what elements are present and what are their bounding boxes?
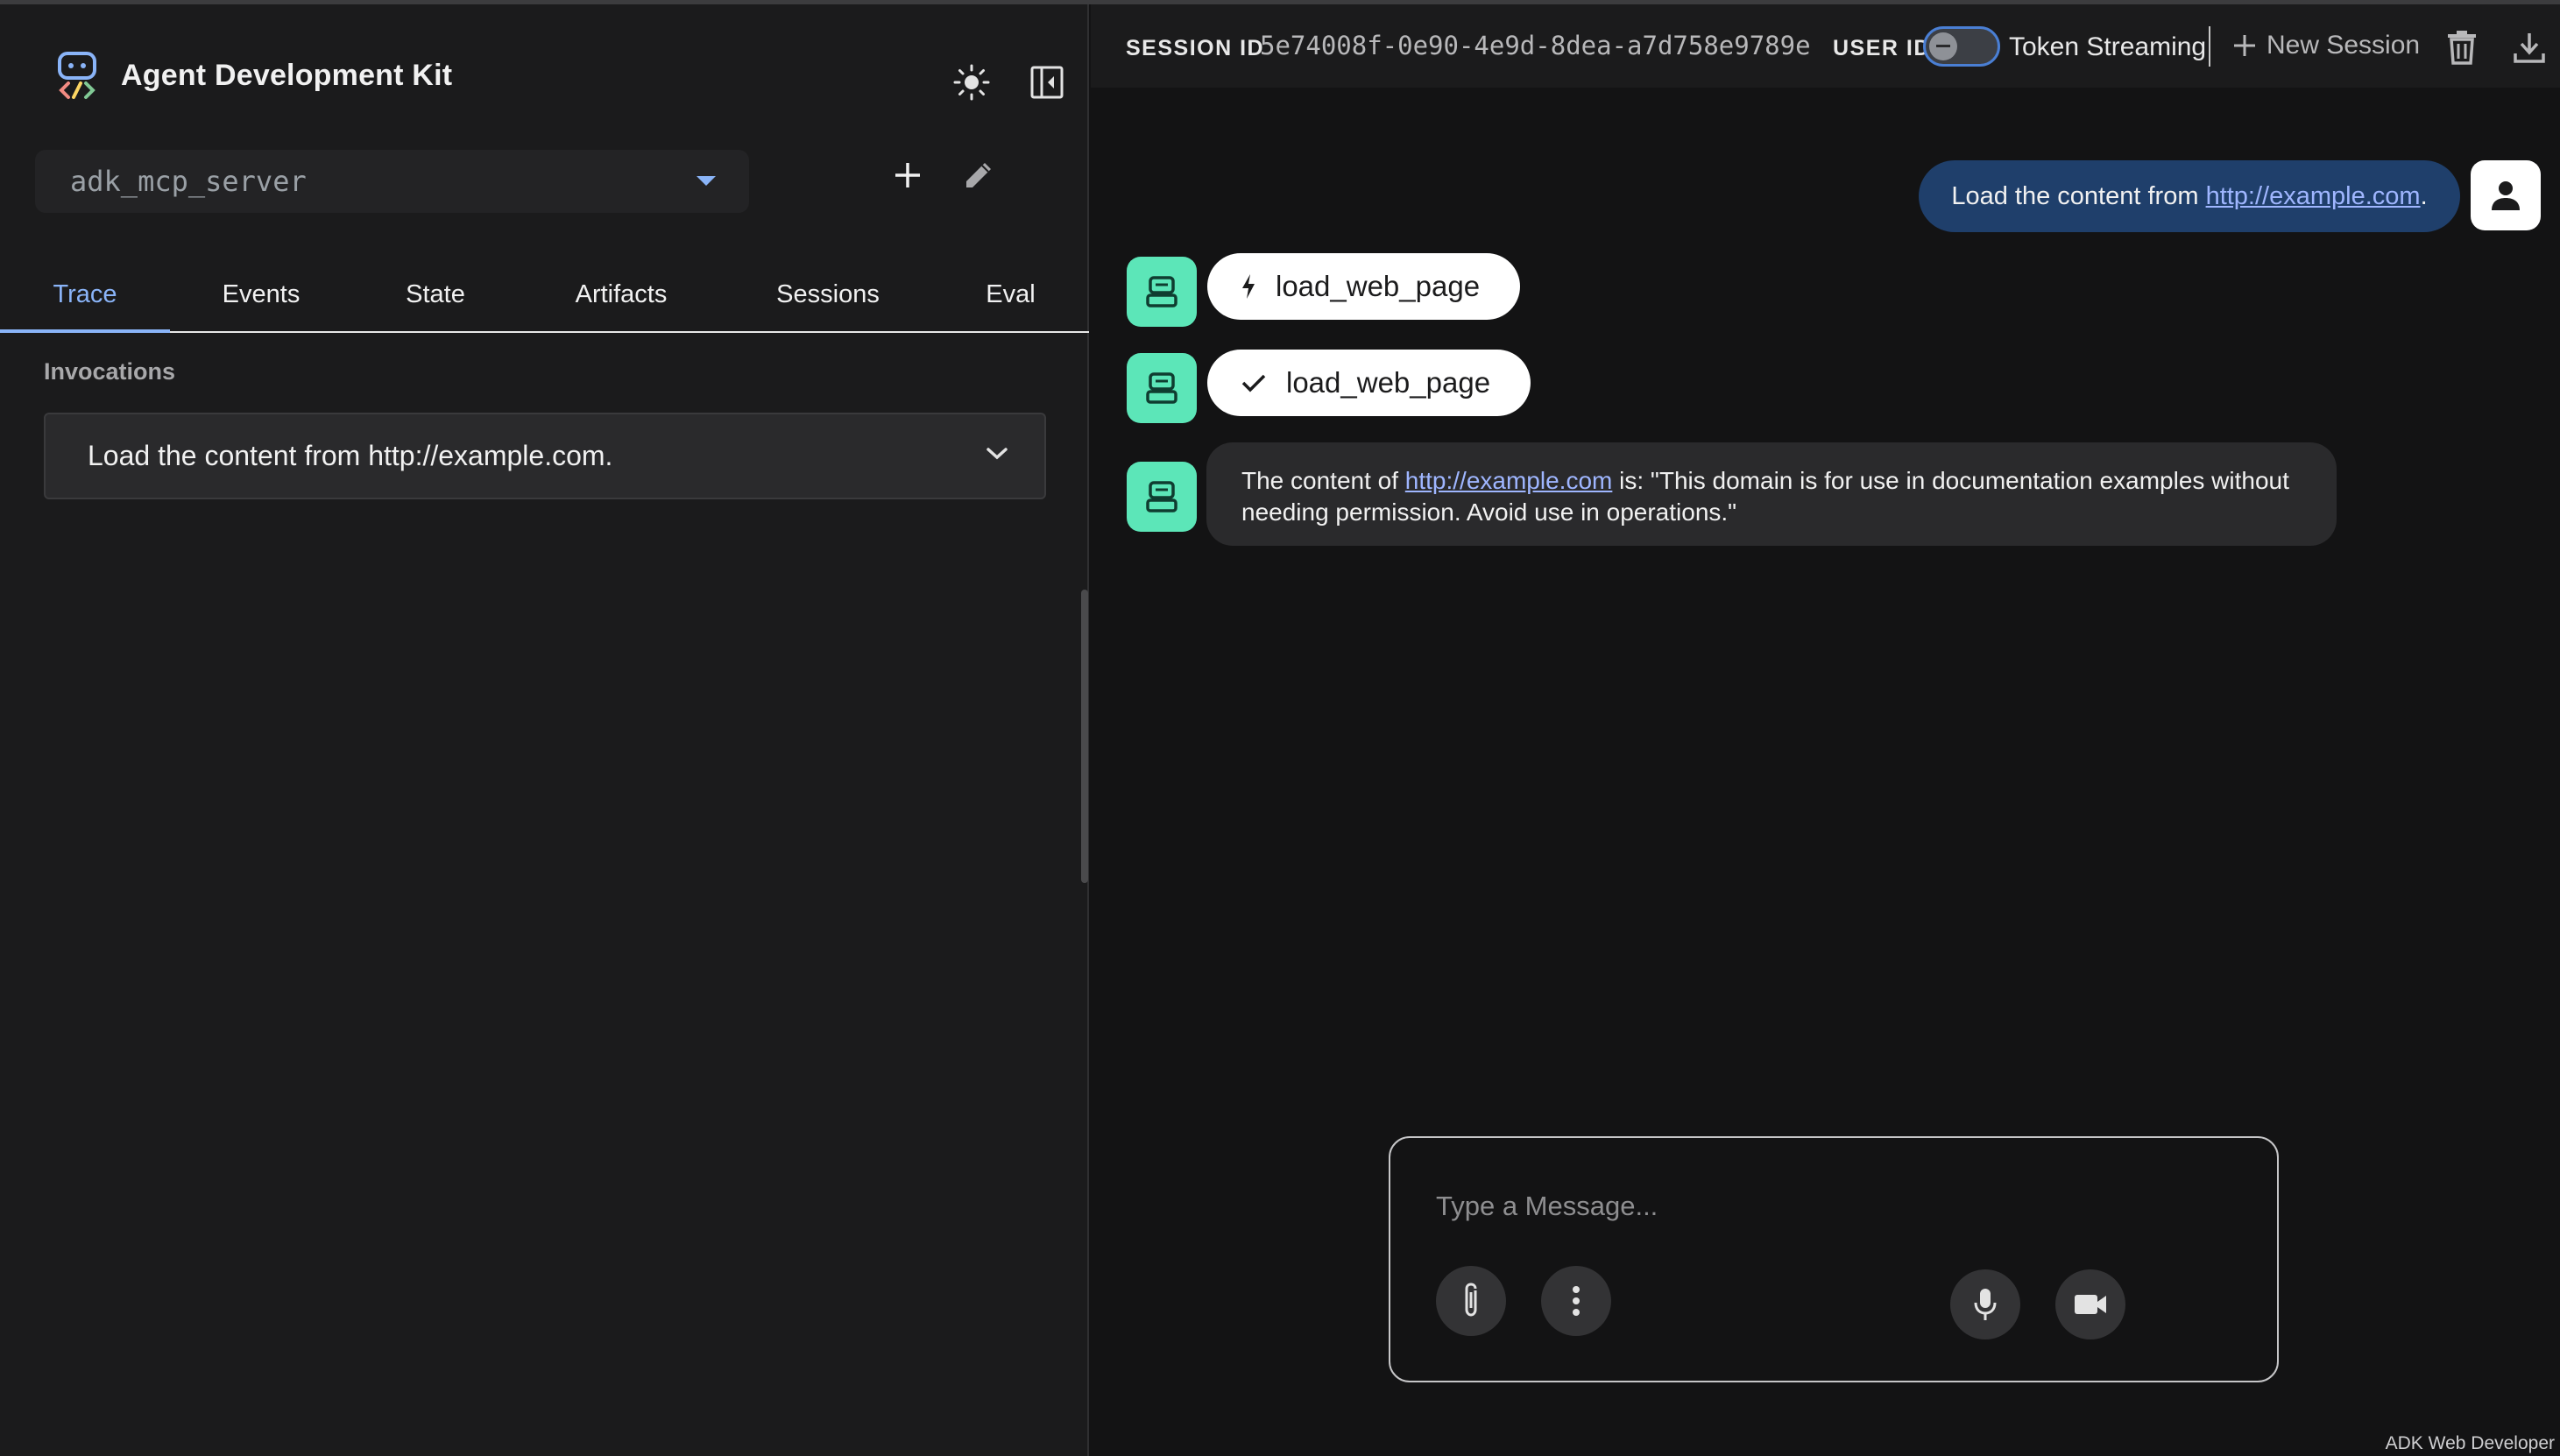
check-icon — [1241, 374, 1266, 392]
tab-state[interactable]: State — [352, 258, 519, 331]
user-avatar — [2471, 160, 2541, 230]
toolbar-divider — [2209, 26, 2210, 67]
invocation-label: Load the content from http://example.com… — [88, 440, 613, 471]
function-call-name: load_web_page — [1276, 270, 1481, 302]
edit-agent-button[interactable] — [951, 148, 1006, 202]
token-streaming-toggle[interactable] — [1923, 26, 2000, 67]
pencil-icon — [966, 163, 991, 187]
panel-collapse-icon — [1030, 66, 1064, 99]
delete-session-button[interactable] — [2440, 24, 2484, 71]
session-id-label: SESSION ID — [1126, 36, 1265, 60]
app-title: Agent Development Kit — [121, 58, 453, 92]
theme-toggle-button[interactable] — [944, 55, 999, 110]
app-selector[interactable]: adk_mcp_server — [35, 150, 749, 213]
bot-message-link[interactable]: http://example.com — [1405, 467, 1613, 494]
user-message-prefix: Load the content from — [1951, 181, 2199, 210]
message-composer: Type a Message... — [1389, 1136, 2279, 1382]
panel-resize-handle[interactable] — [1081, 590, 1088, 883]
person-icon — [2492, 181, 2520, 210]
tab-eval[interactable]: Eval — [932, 258, 1089, 331]
more-vert-icon — [1573, 1286, 1580, 1316]
message-input[interactable]: Type a Message... — [1436, 1191, 1658, 1222]
toggle-knob — [1929, 32, 1957, 60]
function-response-name: load_web_page — [1286, 366, 1491, 399]
attach-file-button[interactable] — [1436, 1266, 1506, 1336]
user-message-suffix: . — [2420, 181, 2428, 210]
adk-logo-icon — [58, 52, 96, 99]
video-button[interactable] — [2055, 1269, 2125, 1339]
user-message-bubble: Load the content from http://example.com… — [1919, 160, 2460, 232]
sun-icon — [953, 64, 990, 101]
token-streaming-label: Token Streaming — [2009, 32, 2207, 61]
paperclip-icon — [1465, 1283, 1477, 1317]
bot-message-prefix: The content of — [1241, 467, 1405, 494]
new-session-button[interactable]: New Session — [2231, 31, 2420, 60]
robot-icon — [1146, 481, 1177, 512]
user-message-link[interactable]: http://example.com — [2206, 182, 2421, 211]
app-selector-value: adk_mcp_server — [70, 165, 307, 198]
tab-artifacts[interactable]: Artifacts — [519, 258, 724, 331]
function-call-chip[interactable]: load_web_page — [1207, 253, 1521, 320]
robot-icon — [1146, 372, 1177, 404]
bot-avatar — [1127, 462, 1197, 532]
brand: Agent Development Kit — [54, 50, 452, 101]
session-toolbar: SESSION ID 5e74008f-0e90-4e9d-8dea-a7d75… — [1091, 4, 2560, 88]
chevron-down-icon — [987, 448, 1008, 460]
tab-trace[interactable]: Trace — [0, 258, 170, 333]
function-response-chip[interactable]: load_web_page — [1207, 350, 1531, 416]
footer-note: ADK Web Developer — [2385, 1433, 2555, 1453]
new-session-label: New Session — [2267, 31, 2421, 60]
collapse-panel-button[interactable] — [1020, 55, 1074, 110]
microphone-icon — [1974, 1289, 1997, 1320]
microphone-button[interactable] — [1950, 1269, 2020, 1339]
user-id-label: USER ID — [1833, 36, 1931, 60]
download-session-button[interactable] — [2505, 24, 2554, 71]
caret-down-icon — [697, 176, 716, 186]
bot-avatar — [1127, 257, 1197, 327]
plus-icon — [2234, 35, 2255, 56]
bot-avatar — [1127, 353, 1197, 423]
invocations-heading: Invocations — [44, 358, 176, 385]
download-icon — [2514, 33, 2545, 63]
trash-icon — [2448, 31, 2476, 65]
more-options-button[interactable] — [1541, 1266, 1611, 1336]
side-panel-tabs: Trace Events State Artifacts Sessions Ev… — [0, 258, 1089, 333]
session-id-value: 5e74008f-0e90-4e9d-8dea-a7d758e9789e — [1260, 31, 1811, 60]
tab-events[interactable]: Events — [170, 258, 352, 331]
videocam-icon — [2075, 1295, 2106, 1314]
robot-icon — [1146, 276, 1177, 307]
bot-message-bubble: The content of http://example.com is: "T… — [1206, 442, 2337, 546]
tab-sessions[interactable]: Sessions — [724, 258, 932, 331]
chat-area: SESSION ID 5e74008f-0e90-4e9d-8dea-a7d75… — [1091, 4, 2560, 1456]
bolt-icon — [1242, 274, 1255, 299]
side-panel: Agent Development Kit adk_mcp_server Tra… — [0, 4, 1089, 1456]
invocation-item[interactable]: Load the content from http://example.com… — [44, 413, 1046, 499]
add-agent-button[interactable] — [880, 148, 935, 202]
app-root: Agent Development Kit adk_mcp_server Tra… — [0, 0, 2560, 1456]
plus-icon — [895, 163, 920, 187]
